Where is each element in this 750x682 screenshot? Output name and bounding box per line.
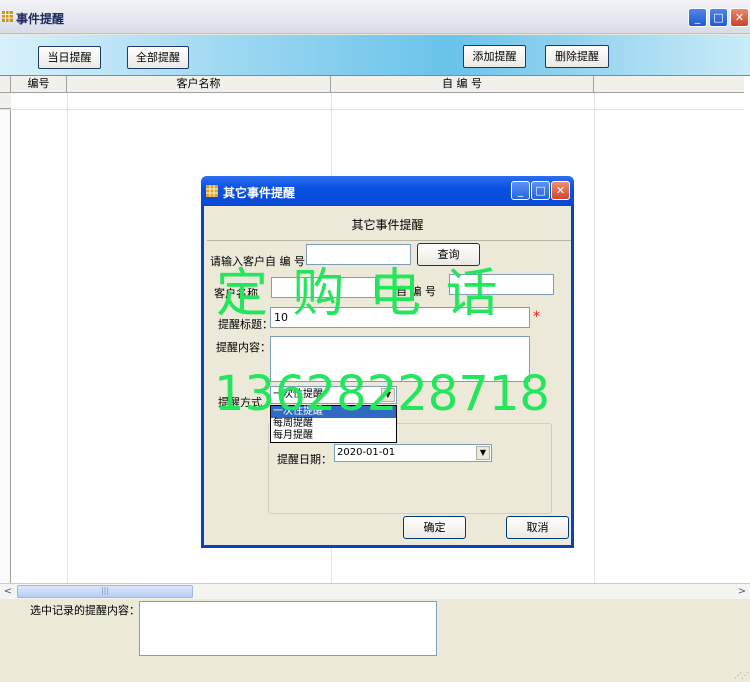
table-row[interactable] (0, 109, 744, 110)
toolbar: 当日提醒 全部提醒 添加提醒 删除提醒 (0, 35, 750, 75)
grid-app-icon (2, 11, 13, 22)
customer-id-search-input[interactable] (306, 244, 411, 265)
dropdown-option[interactable]: 一次性提醒 (271, 406, 396, 418)
grid-app-icon (206, 185, 218, 197)
dialog-titlebar: 其它事件提醒 _ □ ✕ (201, 176, 574, 206)
dropdown-option[interactable]: 每周提醒 (271, 418, 396, 430)
selected-content-box[interactable] (139, 601, 437, 656)
reminder-method-label: 提醒方式 (218, 396, 262, 409)
reminder-method-select[interactable]: 一次性提醒 ▼ (270, 386, 397, 404)
window-title: 事件提醒 (16, 12, 65, 26)
minimize-icon[interactable]: _ (688, 8, 707, 27)
reminder-title-input[interactable]: 10 (270, 307, 530, 328)
customer-name-label: 客户名称 (214, 287, 258, 300)
reminder-date-label: 提醒日期： (277, 453, 332, 466)
other-event-reminder-dialog: 其它事件提醒 _ □ ✕ 其它事件提醒 请输入客户自 编 号 查询 客户名称 自… (201, 176, 574, 548)
minimize-icon[interactable]: _ (511, 181, 530, 200)
chevron-down-icon[interactable]: ▼ (381, 388, 395, 402)
scroll-thumb[interactable]: ||| (17, 585, 193, 598)
column-divider (594, 93, 595, 584)
reminder-method-selected: 一次性提醒 (273, 389, 323, 400)
reminder-content-label: 提醒内容： (216, 341, 271, 354)
grid-header: 编号 客户名称 自 编 号 (0, 76, 744, 93)
self-id-label: 自 编 号 (396, 285, 436, 298)
resize-grip-icon[interactable]: ⋰⋰ (734, 671, 749, 680)
column-header-self-id[interactable]: 自 编 号 (331, 76, 594, 93)
delete-reminder-button[interactable]: 删除提醒 (545, 45, 609, 68)
maximize-icon[interactable]: □ (709, 8, 728, 27)
required-mark: * (533, 309, 540, 325)
reminder-method-dropdown[interactable]: 一次性提醒 每周提醒 每月提醒 (270, 405, 397, 443)
column-header-customer-name[interactable]: 客户名称 (67, 76, 331, 93)
reminder-date-picker[interactable]: 2020-01-01 ▼ (334, 444, 492, 462)
dialog-heading: 其它事件提醒 (351, 218, 424, 232)
reminder-date-value: 2020-01-01 (337, 447, 396, 458)
close-icon[interactable]: ✕ (551, 181, 570, 200)
dialog-title: 其它事件提醒 (223, 186, 296, 200)
reminder-content-textarea[interactable] (270, 336, 530, 382)
divider (207, 240, 571, 241)
column-divider (67, 93, 68, 584)
reminder-title-label: 提醒标题： (218, 318, 273, 331)
window-titlebar: 事件提醒 _ □ ✕ (0, 0, 750, 34)
close-icon[interactable]: ✕ (730, 8, 749, 27)
corner-cell (0, 76, 11, 93)
maximize-icon[interactable]: □ (531, 181, 550, 200)
row-header-column (0, 76, 11, 584)
query-button[interactable]: 查询 (417, 243, 480, 266)
today-reminder-button[interactable]: 当日提醒 (38, 46, 101, 69)
column-header-id[interactable]: 编号 (11, 76, 67, 93)
self-id-field[interactable] (449, 274, 554, 295)
selected-content-label: 选中记录的提醒内容： (30, 604, 140, 617)
scroll-right-icon[interactable]: > (734, 584, 750, 600)
customer-name-field[interactable] (271, 277, 376, 298)
horizontal-scrollbar[interactable]: < ||| > (0, 583, 750, 599)
add-reminder-button[interactable]: 添加提醒 (463, 45, 526, 68)
scroll-left-icon[interactable]: < (0, 584, 16, 600)
all-reminders-button[interactable]: 全部提醒 (127, 46, 189, 69)
dropdown-option[interactable]: 每月提醒 (271, 430, 396, 442)
search-label: 请输入客户自 编 号 (210, 255, 305, 268)
chevron-down-icon[interactable]: ▼ (476, 446, 490, 460)
cancel-button[interactable]: 取消 (506, 516, 569, 539)
ok-button[interactable]: 确定 (403, 516, 466, 539)
current-row-indicator[interactable] (0, 93, 11, 109)
